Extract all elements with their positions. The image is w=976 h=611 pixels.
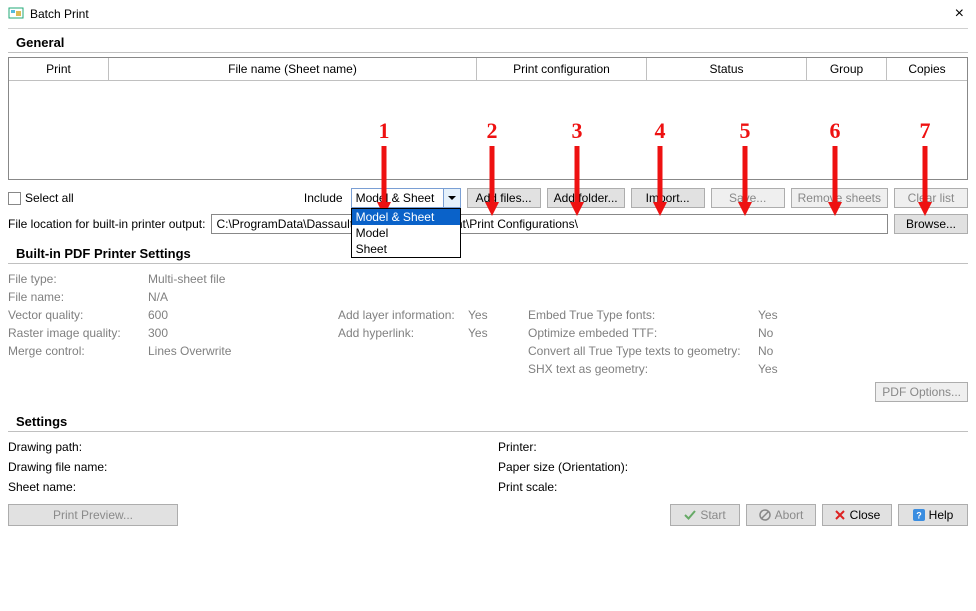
include-label: Include [304,191,343,205]
pdf-filetype-k: File type: [8,272,148,286]
pdf-hyper-k: Add hyperlink: [338,326,468,340]
filepath-label: File location for built-in printer outpu… [8,217,205,231]
include-option[interactable]: Sheet [352,241,460,257]
settings-grid: Drawing path: Printer: Drawing file name… [8,436,968,502]
close-label: Close [850,508,881,522]
abort-button[interactable]: Abort [746,504,816,526]
pdf-hyper-v: Yes [468,326,528,340]
pdf-embed-k: Embed True Type fonts: [528,308,758,322]
table-controls: Select all Include Model & Sheet Model &… [8,186,968,210]
col-status[interactable]: Status [647,58,807,80]
include-option[interactable]: Model [352,225,460,241]
pdf-merge-k: Merge control: [8,344,148,358]
select-all-label: Select all [25,191,74,205]
checkbox-icon [8,192,21,205]
start-label: Start [700,508,725,522]
include-select[interactable]: Model & Sheet Model & Sheet Model Sheet [351,188,461,208]
drawing-file-k: Drawing file name: [8,460,498,474]
titlebar: Batch Print × [0,0,976,28]
close-icon[interactable]: × [951,5,968,23]
pdf-optim-v: No [758,326,818,340]
filepath-row: File location for built-in printer outpu… [8,210,968,240]
printer-k: Printer: [498,440,828,454]
pdf-vector-v: 600 [148,308,338,322]
pdf-conv-k: Convert all True Type texts to geometry: [528,344,758,358]
pdf-filename-k: File name: [8,290,148,304]
clear-list-button[interactable]: Clear list [894,188,968,208]
save-button[interactable]: Save... [711,188,785,208]
pdf-settings: File type: Multi-sheet file File name: N… [8,268,968,380]
include-value: Model & Sheet [356,191,435,205]
pdf-shx-v: Yes [758,362,818,376]
select-all-checkbox[interactable]: Select all [8,191,74,205]
app-icon [8,6,24,22]
col-group[interactable]: Group [807,58,887,80]
svg-text:?: ? [916,511,922,521]
import-button[interactable]: Import... [631,188,705,208]
window-title: Batch Print [30,7,951,21]
filepath-input[interactable] [211,214,888,234]
help-label: Help [929,508,954,522]
include-dropdown: Model & Sheet Model Sheet [351,208,461,258]
add-files-button[interactable]: Add files... [467,188,541,208]
close-button[interactable]: Close [822,504,892,526]
pdf-shx-k: SHX text as geometry: [528,362,758,376]
col-printconfig[interactable]: Print configuration [477,58,647,80]
stop-icon [759,509,771,521]
sheet-table: Print File name (Sheet name) Print confi… [8,57,968,180]
scale-k: Print scale: [498,480,828,494]
sheet-name-k: Sheet name: [8,480,498,494]
print-preview-button[interactable]: Print Preview... [8,504,178,526]
chevron-down-icon [443,189,460,207]
col-copies[interactable]: Copies [887,58,967,80]
pdf-filename-v: N/A [148,290,338,304]
check-icon [684,509,696,521]
pdf-embed-v: Yes [758,308,818,322]
pdf-conv-v: No [758,344,818,358]
browse-button[interactable]: Browse... [894,214,968,234]
x-icon [834,509,846,521]
pdf-vector-k: Vector quality: [8,308,148,322]
pdf-raster-v: 300 [148,326,338,340]
section-general: General [8,29,968,53]
pdf-layer-v: Yes [468,308,528,322]
remove-sheets-button[interactable]: Remove sheets [791,188,888,208]
table-body [9,81,967,179]
pdf-filetype-v: Multi-sheet file [148,272,338,286]
start-button[interactable]: Start [670,504,740,526]
table-header: Print File name (Sheet name) Print confi… [9,58,967,81]
abort-label: Abort [775,508,804,522]
drawing-path-k: Drawing path: [8,440,498,454]
add-folder-button[interactable]: Add folder... [547,188,625,208]
section-pdf: Built-in PDF Printer Settings [8,240,968,264]
pdf-merge-v: Lines Overwrite [148,344,338,358]
col-print[interactable]: Print [9,58,109,80]
bottom-bar: Print Preview... Start Abort Close ? Hel… [8,502,968,528]
paper-k: Paper size (Orientation): [498,460,828,474]
section-settings: Settings [8,408,968,432]
pdf-optim-k: Optimize embeded TTF: [528,326,758,340]
pdf-options-button[interactable]: PDF Options... [875,382,968,402]
include-option[interactable]: Model & Sheet [352,209,460,225]
help-icon: ? [913,509,925,521]
pdf-layer-k: Add layer information: [338,308,468,322]
help-button[interactable]: ? Help [898,504,968,526]
col-filename[interactable]: File name (Sheet name) [109,58,477,80]
pdf-raster-k: Raster image quality: [8,326,148,340]
